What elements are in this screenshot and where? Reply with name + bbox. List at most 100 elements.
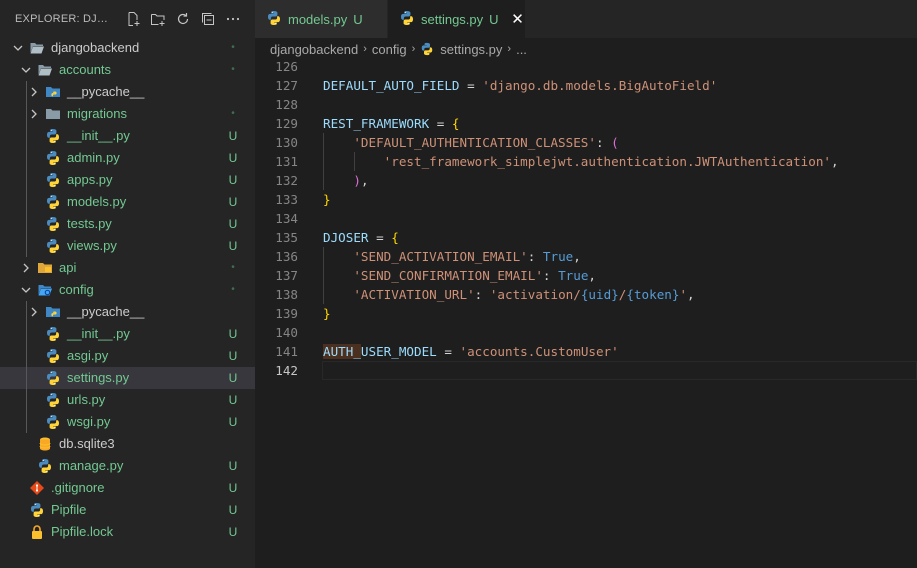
tree-item[interactable]: admin.py U: [0, 147, 255, 169]
code-line[interactable]: 136 'SEND_ACTIVATION_EMAIL': True,: [255, 247, 917, 266]
code-line[interactable]: 137 'SEND_CONFIRMATION_EMAIL': True,: [255, 266, 917, 285]
code-line[interactable]: 142: [255, 361, 917, 380]
chevron-right-icon[interactable]: [26, 301, 42, 323]
chevron-down-icon[interactable]: [18, 59, 34, 81]
code-text: DJOSER = {: [323, 228, 399, 247]
indent-guide: [26, 81, 27, 257]
tree-item[interactable]: __pycache__: [0, 301, 255, 323]
collapse-all-icon[interactable]: [200, 11, 216, 27]
code-indent-guide: [323, 133, 324, 190]
code-token: {: [451, 116, 460, 131]
more-actions-icon[interactable]: [225, 11, 241, 27]
indent-guide: [26, 301, 27, 433]
code-token: ,: [831, 154, 839, 169]
code-token: 'django.db.models.BigAutoField': [482, 78, 718, 93]
tree-item[interactable]: wsgi.py U: [0, 411, 255, 433]
database-icon: [37, 436, 53, 452]
python-icon: [45, 194, 61, 210]
tree-item[interactable]: tests.py U: [0, 213, 255, 235]
line-number: 140: [275, 325, 298, 340]
code-line[interactable]: 133}: [255, 190, 917, 209]
code-token: 'SEND_CONFIRMATION_EMAIL': [353, 268, 543, 283]
tree-item[interactable]: views.py U: [0, 235, 255, 257]
chevron-right-icon[interactable]: [26, 81, 42, 103]
code-line[interactable]: 127 DEFAULT_AUTO_FIELD = 'django.db.model…: [255, 76, 917, 95]
line-number: 131: [275, 154, 298, 169]
tree-item[interactable]: urls.py U: [0, 389, 255, 411]
tree-item[interactable]: migrations •: [0, 103, 255, 125]
tree-item[interactable]: apps.py U: [0, 169, 255, 191]
code-token: True: [542, 249, 574, 264]
line-number: 141: [275, 344, 298, 359]
untracked-badge: U: [228, 129, 238, 143]
line-number: 128: [275, 97, 298, 112]
tab-status: U: [353, 11, 363, 27]
tree-item[interactable]: settings.py U: [0, 367, 255, 389]
tree-item[interactable]: __pycache__: [0, 81, 255, 103]
chevron-right-icon[interactable]: [18, 257, 34, 279]
new-file-icon[interactable]: [125, 11, 141, 27]
code-token: {: [391, 230, 399, 245]
tree-item[interactable]: db.sqlite3: [0, 433, 255, 455]
tree-item[interactable]: manage.py U: [0, 455, 255, 477]
code-token: =: [459, 78, 483, 93]
tab-models-py[interactable]: models.py U: [255, 0, 387, 38]
tree-item-label: db.sqlite3: [59, 436, 115, 451]
python-icon: [45, 392, 61, 408]
line-number: 130: [275, 135, 298, 150]
code-text: 'SEND_ACTIVATION_EMAIL': True,: [323, 247, 581, 266]
breadcrumb-item[interactable]: djangobackend: [270, 42, 358, 57]
tree-item[interactable]: __init__.py U: [0, 125, 255, 147]
untracked-badge: U: [228, 195, 238, 209]
tab-settings-py[interactable]: settings.py U ✕: [388, 0, 525, 38]
code-line[interactable]: 128: [255, 95, 917, 114]
code-line[interactable]: 129 REST_FRAMEWORK = {: [255, 114, 917, 133]
current-line-highlight: [322, 361, 917, 380]
refresh-icon[interactable]: [175, 11, 191, 27]
code-text: 'ACTIVATION_URL': 'activation/{uid}/{tok…: [323, 285, 694, 304]
breadcrumb-item[interactable]: settings.py: [440, 42, 502, 57]
tree-item[interactable]: asgi.py U: [0, 345, 255, 367]
tree-item[interactable]: api •: [0, 257, 255, 279]
folder-icon: [45, 106, 61, 122]
explorer-header: EXPLORER: DJANGOBACKEND: [0, 0, 255, 38]
breadcrumb-item[interactable]: config: [372, 42, 407, 57]
tree-item[interactable]: models.py U: [0, 191, 255, 213]
tree-item-label: Pipfile.lock: [51, 524, 114, 539]
tree-item-label: views.py: [67, 238, 117, 253]
breadcrumb-item[interactable]: ...: [516, 42, 527, 57]
code-line[interactable]: 130 'DEFAULT_AUTHENTICATION_CLASSES': (: [255, 133, 917, 152]
line-number: 136: [275, 249, 298, 264]
code-editor[interactable]: 126 127 DEFAULT_AUTO_FIELD = 'django.db.mo…: [255, 57, 917, 380]
tree-item-label: tests.py: [67, 216, 112, 231]
code-line[interactable]: 132 ),: [255, 171, 917, 190]
code-line[interactable]: 141 AUTH_USER_MODEL = 'accounts.CustomUse…: [255, 342, 917, 361]
chevron-down-icon[interactable]: [18, 279, 34, 301]
python-icon: [45, 216, 61, 232]
tree-item[interactable]: Pipfile.lock U: [0, 521, 255, 543]
tree-item-label: models.py: [67, 194, 127, 209]
tree-item[interactable]: Pipfile U: [0, 499, 255, 521]
code-line[interactable]: 126: [255, 57, 917, 76]
chevron-right-icon[interactable]: [26, 103, 42, 125]
tab-label: settings.py: [421, 11, 484, 27]
tree-item[interactable]: .gitignore U: [0, 477, 255, 499]
code-line[interactable]: 140: [255, 323, 917, 342]
tree-item[interactable]: __init__.py U: [0, 323, 255, 345]
tree-item-label: apps.py: [67, 172, 113, 187]
tree-item[interactable]: accounts •: [0, 59, 255, 81]
python-icon: [45, 370, 61, 386]
chevron-down-icon[interactable]: [10, 37, 26, 59]
tree-item[interactable]: djangobackend •: [0, 37, 255, 59]
new-folder-icon[interactable]: [150, 11, 166, 27]
code-line[interactable]: 139}: [255, 304, 917, 323]
code-line[interactable]: 138 'ACTIVATION_URL': 'activation/{uid}/…: [255, 285, 917, 304]
tree-item[interactable]: config •: [0, 279, 255, 301]
code-line[interactable]: 134: [255, 209, 917, 228]
code-line[interactable]: 135 DJOSER = {: [255, 228, 917, 247]
close-icon[interactable]: ✕: [511, 10, 525, 28]
code-indent-guide: [323, 247, 324, 304]
python-icon: [45, 348, 61, 364]
